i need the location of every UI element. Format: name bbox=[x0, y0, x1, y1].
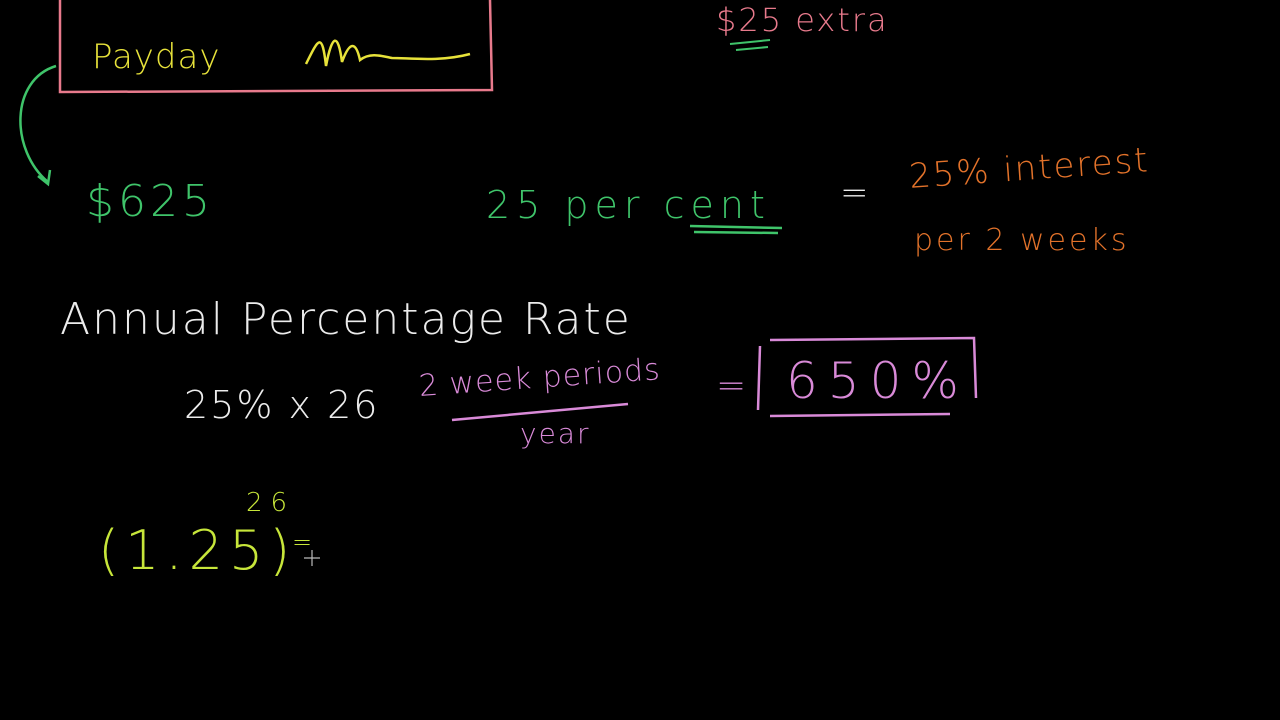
payday-label: Payday bbox=[92, 37, 221, 77]
extra-label: $25 extra bbox=[716, 1, 889, 39]
cent-underline bbox=[689, 224, 783, 235]
apr-calc-prefix: 25% x 26 bbox=[184, 383, 380, 427]
apr-calc-equals: = bbox=[716, 365, 751, 406]
per-cent-equals: = bbox=[840, 173, 873, 213]
extra-underline bbox=[729, 39, 771, 51]
amount-625: $625 bbox=[86, 176, 214, 227]
result-underline bbox=[769, 412, 951, 418]
compound-exponent: 26 bbox=[246, 488, 296, 518]
apr-result: 650% bbox=[786, 352, 969, 410]
signature-squiggle bbox=[304, 39, 471, 67]
curved-arrow bbox=[19, 64, 57, 183]
apr-title: Annual Percentage Rate bbox=[60, 294, 632, 345]
crosshair-cursor-icon bbox=[304, 550, 320, 566]
per-cent-label: 25 per cent bbox=[486, 183, 771, 227]
apr-calc-year: year bbox=[520, 417, 591, 450]
interest-line-2: per 2 weeks bbox=[914, 223, 1130, 258]
compound-base: (1.25) bbox=[98, 519, 297, 582]
